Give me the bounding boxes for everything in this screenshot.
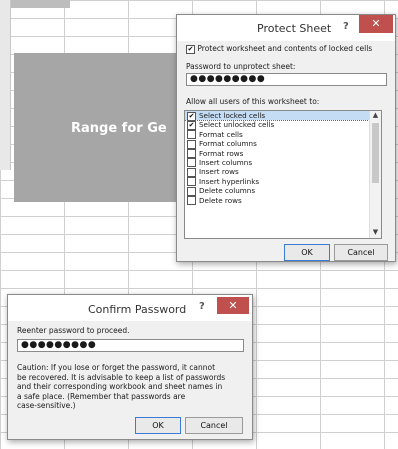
ribbon-edge: [0, 0, 11, 170]
permission-item[interactable]: Format cells: [185, 129, 381, 140]
permission-label: Format cells: [199, 129, 243, 139]
permission-checkbox[interactable]: [187, 139, 196, 149]
reenter-label: Reenter password to proceed.: [17, 326, 130, 335]
permission-checkbox[interactable]: ✔: [187, 111, 196, 121]
protect-contents-checkbox[interactable]: ✔: [186, 44, 195, 54]
caution-text: Caution: If you lose or forget the passw…: [17, 363, 225, 411]
permissions-list[interactable]: ✔ Select locked cells ✔ Select unlocked cel…: [184, 110, 382, 239]
help-icon[interactable]: ?: [199, 301, 205, 312]
permission-item[interactable]: ✔ Select locked cells: [185, 111, 381, 122]
protect-contents-label: Protect worksheet and contents of locked…: [197, 44, 373, 53]
permission-label: Delete rows: [199, 195, 242, 205]
permission-label: Insert hyperlinks: [199, 176, 260, 186]
permission-checkbox[interactable]: [187, 130, 196, 140]
permission-item[interactable]: Insert hyperlinks: [185, 176, 381, 187]
confirm-password-input[interactable]: ●●●●●●●●●: [17, 339, 244, 352]
permission-checkbox[interactable]: ✔: [187, 120, 196, 130]
permission-checkbox[interactable]: [187, 177, 196, 187]
caution-line: a safe place. (Remember that passwords a…: [17, 391, 186, 401]
permission-item[interactable]: Delete columns: [185, 186, 381, 196]
allow-users-label: Allow all users of this worksheet to:: [186, 97, 320, 106]
caution-line: Caution: If you lose or forget the passw…: [17, 363, 216, 372]
scroll-up-icon[interactable]: ▲: [370, 111, 381, 121]
permission-checkbox[interactable]: [187, 186, 196, 196]
range-label: Range for Ge: [71, 121, 167, 136]
caution-line: be recovered. It is advisable to keep a …: [17, 372, 226, 382]
permission-label: Insert columns: [199, 157, 253, 167]
protect-sheet-title: Protect Sheet: [257, 22, 332, 35]
permission-label: Select locked cells: [199, 111, 266, 120]
ok-button[interactable]: OK: [284, 244, 330, 261]
close-icon[interactable]: ✕: [359, 15, 393, 33]
cancel-button[interactable]: Cancel: [185, 417, 243, 434]
toolbar-fragment: [10, 0, 70, 8]
permissions-scrollbar[interactable]: ▲ ▼: [369, 111, 381, 238]
ok-button[interactable]: OK: [135, 417, 181, 434]
scroll-down-icon[interactable]: ▼: [370, 228, 381, 238]
protect-sheet-dialog: Protect Sheet ? ✕ ✔ Protect worksheet an…: [176, 14, 396, 262]
caution-line: and their corresponding workbook and she…: [17, 382, 223, 392]
permission-checkbox[interactable]: [187, 149, 196, 159]
help-icon[interactable]: ?: [343, 21, 349, 32]
permission-item[interactable]: Delete rows: [185, 195, 381, 206]
permission-checkbox[interactable]: [187, 167, 196, 177]
confirm-password-dialog: Confirm Password ? ✕ Reenter password to…: [7, 294, 253, 440]
protect-contents-option[interactable]: ✔ Protect worksheet and contents of lock…: [186, 44, 372, 54]
scroll-thumb[interactable]: [372, 123, 379, 183]
confirm-password-title: Confirm Password: [88, 303, 187, 316]
caution-line: case-sensitive.): [17, 401, 76, 411]
permission-label: Format rows: [199, 148, 244, 158]
cancel-button[interactable]: Cancel: [334, 244, 388, 261]
permission-checkbox[interactable]: [187, 196, 196, 206]
permission-item[interactable]: Format columns: [185, 139, 381, 149]
permission-checkbox[interactable]: [187, 158, 196, 168]
password-input[interactable]: ●●●●●●●●●: [186, 73, 387, 86]
permission-label: Insert rows: [199, 167, 239, 177]
permission-item[interactable]: Format rows: [185, 148, 381, 159]
permission-label: Format columns: [199, 139, 257, 149]
close-icon[interactable]: ✕: [217, 297, 249, 314]
permission-label: Delete columns: [199, 186, 256, 196]
permission-item[interactable]: Insert columns: [185, 157, 381, 168]
permission-item[interactable]: ✔ Select unlocked cells: [185, 120, 381, 130]
permission-label: Select unlocked cells: [199, 120, 275, 130]
permission-item[interactable]: Insert rows: [185, 167, 381, 177]
password-label: Password to unprotect sheet:: [186, 62, 296, 71]
